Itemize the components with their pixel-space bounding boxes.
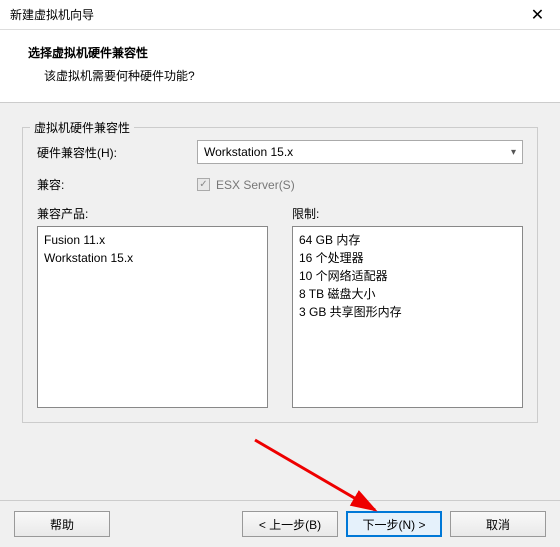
fieldset-legend: 虚拟机硬件兼容性 xyxy=(30,119,134,136)
footer: 帮助 < 上一步(B) 下一步(N) > 取消 xyxy=(0,500,560,547)
header-subtitle: 该虚拟机需要何种硬件功能? xyxy=(28,67,540,84)
compat-label: 兼容: xyxy=(37,176,197,193)
window-title: 新建虚拟机向导 xyxy=(10,6,94,23)
products-col: 兼容产品: Fusion 11.xWorkstation 15.x xyxy=(37,205,268,408)
help-button[interactable]: 帮助 xyxy=(14,511,110,537)
list-item[interactable]: Fusion 11.x xyxy=(44,231,261,249)
lists-row: 兼容产品: Fusion 11.xWorkstation 15.x 限制: 64… xyxy=(37,205,523,408)
list-item[interactable]: 3 GB 共享图形内存 xyxy=(299,303,516,321)
wizard-header: 选择虚拟机硬件兼容性 该虚拟机需要何种硬件功能? xyxy=(0,30,560,103)
back-button[interactable]: < 上一步(B) xyxy=(242,511,338,537)
close-button[interactable]: ✕ xyxy=(515,0,560,30)
hw-compat-label: 硬件兼容性(H): xyxy=(37,144,197,161)
products-label: 兼容产品: xyxy=(37,205,268,222)
list-item[interactable]: 16 个处理器 xyxy=(299,249,516,267)
list-item[interactable]: Workstation 15.x xyxy=(44,249,261,267)
list-item[interactable]: 64 GB 内存 xyxy=(299,231,516,249)
hw-compat-select[interactable]: Workstation 15.x ▾ xyxy=(197,140,523,164)
hw-compat-row: 硬件兼容性(H): Workstation 15.x ▾ xyxy=(37,140,523,164)
compat-fieldset: 虚拟机硬件兼容性 硬件兼容性(H): Workstation 15.x ▾ 兼容… xyxy=(22,127,538,423)
close-icon: ✕ xyxy=(531,5,544,25)
limits-col: 限制: 64 GB 内存16 个处理器10 个网络适配器8 TB 磁盘大小3 G… xyxy=(292,205,523,408)
list-item[interactable]: 8 TB 磁盘大小 xyxy=(299,285,516,303)
esx-checkbox-label: ESX Server(S) xyxy=(216,178,295,192)
titlebar: 新建虚拟机向导 ✕ xyxy=(0,0,560,30)
chevron-down-icon: ▾ xyxy=(511,147,516,158)
header-title: 选择虚拟机硬件兼容性 xyxy=(28,44,540,61)
next-button[interactable]: 下一步(N) > xyxy=(346,511,442,537)
hw-compat-value: Workstation 15.x xyxy=(204,145,293,159)
esx-checkbox[interactable]: ✓ xyxy=(197,178,210,191)
content-area: 虚拟机硬件兼容性 硬件兼容性(H): Workstation 15.x ▾ 兼容… xyxy=(0,103,560,439)
list-item[interactable]: 10 个网络适配器 xyxy=(299,267,516,285)
cancel-button[interactable]: 取消 xyxy=(450,511,546,537)
compat-row: 兼容: ✓ ESX Server(S) xyxy=(37,176,523,193)
limits-listbox[interactable]: 64 GB 内存16 个处理器10 个网络适配器8 TB 磁盘大小3 GB 共享… xyxy=(292,226,523,408)
limits-label: 限制: xyxy=(292,205,523,222)
products-listbox[interactable]: Fusion 11.xWorkstation 15.x xyxy=(37,226,268,408)
esx-checkbox-wrap: ✓ ESX Server(S) xyxy=(197,178,295,192)
